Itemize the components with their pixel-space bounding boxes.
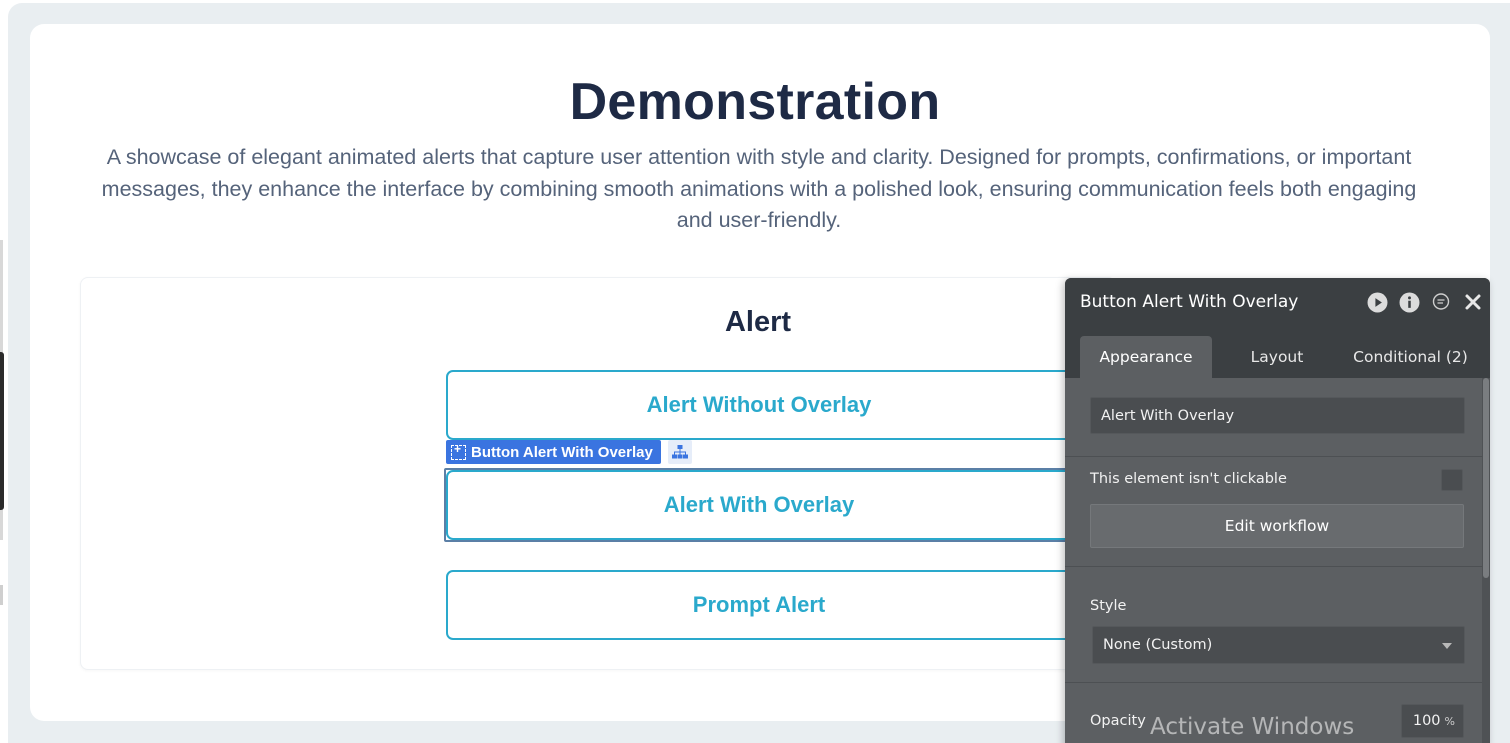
screen: Demonstration A showcase of elegant anim…	[0, 0, 1510, 743]
tab-conditional[interactable]: Conditional (2)	[1343, 336, 1478, 378]
comment-icon[interactable]	[1430, 291, 1452, 313]
close-icon[interactable]	[1462, 291, 1484, 313]
not-clickable-label: This element isn't clickable	[1090, 471, 1287, 487]
style-label: Style	[1090, 598, 1127, 614]
opacity-value: 100	[1412, 713, 1441, 729]
section-divider	[1065, 456, 1482, 457]
style-dropdown-value: None (Custom)	[1103, 637, 1213, 653]
tab-layout[interactable]: Layout	[1225, 336, 1329, 378]
info-icon[interactable]	[1398, 291, 1420, 313]
scrollbar-thumb[interactable]	[1483, 378, 1489, 578]
element-tree-icon	[672, 445, 688, 459]
property-inspector: Button Alert With Overlay Appearance Lay…	[1065, 278, 1490, 743]
inspector-header: Button Alert With Overlay	[1065, 278, 1490, 326]
alert-without-overlay-button[interactable]: Alert Without Overlay	[446, 370, 1072, 440]
opacity-input[interactable]: 100 %	[1401, 704, 1464, 738]
opacity-unit: %	[1444, 714, 1455, 728]
page-title: Demonstration	[569, 73, 941, 131]
tab-appearance[interactable]: Appearance	[1080, 336, 1212, 378]
left-edge-marker	[0, 585, 3, 605]
element-tree-button[interactable]	[668, 440, 692, 464]
selected-element-label: Button Alert With Overlay	[471, 443, 653, 461]
style-dropdown[interactable]: None (Custom)	[1092, 626, 1465, 664]
inspector-actions	[1366, 291, 1490, 313]
selected-element-tag[interactable]: Button Alert With Overlay	[446, 440, 661, 464]
section-divider	[1065, 682, 1482, 683]
left-edge-handle[interactable]	[0, 352, 4, 510]
inspector-tabs: Appearance Layout Conditional (2)	[1065, 326, 1490, 378]
edit-workflow-button[interactable]: Edit workflow	[1090, 504, 1464, 548]
inspector-scrollbar[interactable]	[1482, 378, 1490, 743]
preview-play-icon[interactable]	[1366, 291, 1388, 313]
not-clickable-checkbox[interactable]	[1441, 469, 1463, 491]
chevron-down-icon	[1442, 643, 1452, 649]
page-description: A showcase of elegant animated alerts th…	[101, 145, 1417, 232]
opacity-label: Opacity	[1090, 713, 1146, 729]
inspector-title: Button Alert With Overlay	[1080, 292, 1299, 312]
alert-with-overlay-button[interactable]: Alert With Overlay	[446, 470, 1072, 540]
section-divider	[1065, 566, 1482, 567]
prompt-alert-button[interactable]: Prompt Alert	[446, 570, 1072, 640]
button-text-field[interactable]: Alert With Overlay	[1090, 397, 1465, 434]
frame-select-icon	[451, 442, 466, 460]
